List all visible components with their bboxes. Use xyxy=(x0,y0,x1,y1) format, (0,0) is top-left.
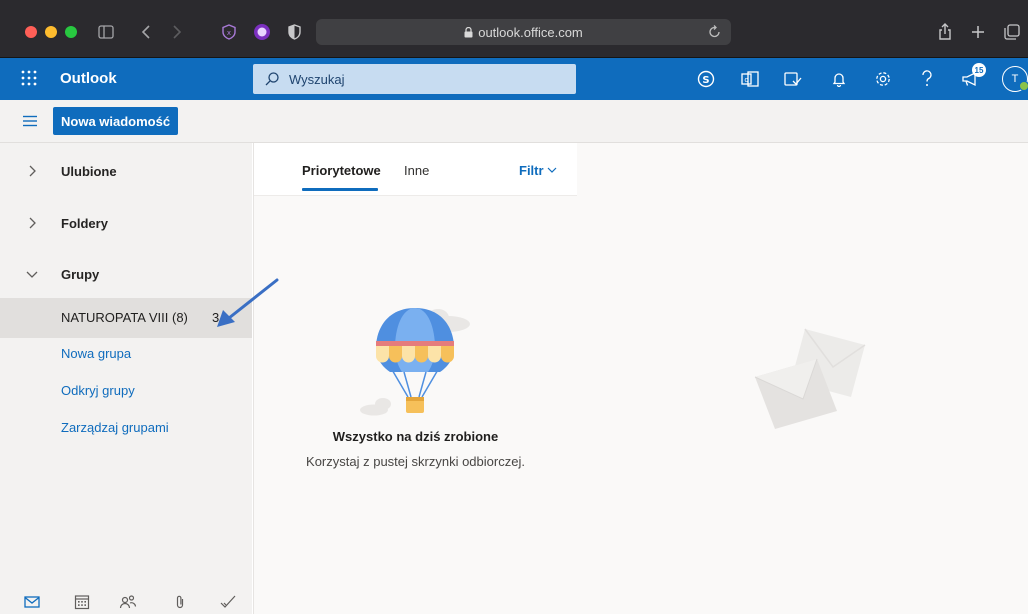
hot-air-balloon-illustration xyxy=(360,308,470,416)
office-icon[interactable]: o xyxy=(739,68,761,90)
skype-icon[interactable]: S xyxy=(695,68,717,90)
empty-state-title: Wszystko na dziś zrobione xyxy=(332,429,499,444)
lock-icon xyxy=(464,26,473,38)
new-tab-icon[interactable] xyxy=(970,20,986,44)
folder-pane: Ulubione Foldery Grupy NATUROPATA VIII (… xyxy=(0,143,252,614)
forward-icon[interactable] xyxy=(170,20,184,44)
sidebar-item-favorites[interactable]: Ulubione xyxy=(0,151,252,191)
manage-groups-link[interactable]: Zarządzaj grupami xyxy=(61,420,169,435)
filter-label: Filtr xyxy=(519,163,544,178)
sidebar-item-label: Foldery xyxy=(61,215,108,231)
filter-button[interactable]: Filtr xyxy=(519,163,557,178)
module-switcher xyxy=(0,590,252,614)
sidebar-item-group-naturopata[interactable]: NATUROPATA VIII (8) 3 xyxy=(0,298,252,338)
browser-toolbar: x outlook.office.com xyxy=(0,0,1028,58)
new-group-link[interactable]: Nowa grupa xyxy=(61,346,131,361)
sidebar-item-label: Ulubione xyxy=(61,163,117,179)
presence-status-icon xyxy=(1019,81,1028,91)
app-launcher-icon[interactable] xyxy=(20,69,40,89)
sidebar-toggle-icon[interactable] xyxy=(97,20,115,44)
address-bar[interactable]: outlook.office.com xyxy=(316,19,731,45)
tabs-overview-icon[interactable] xyxy=(1003,20,1021,44)
calendar-icon[interactable] xyxy=(72,592,92,612)
mail-icon[interactable] xyxy=(22,592,42,612)
help-icon[interactable] xyxy=(916,68,938,90)
reading-pane xyxy=(577,143,1028,614)
notification-count-badge: 15 xyxy=(972,63,986,77)
privacy-icon[interactable]: x xyxy=(220,20,238,44)
share-icon[interactable] xyxy=(937,20,953,44)
sidebar-item-groups[interactable]: Grupy xyxy=(0,254,252,294)
search-box[interactable] xyxy=(253,64,576,94)
sidebar-item-folders[interactable]: Foldery xyxy=(0,203,252,243)
svg-text:S: S xyxy=(702,75,709,86)
empty-state-subtitle: Korzystaj z pustej skrzynki odbiorczej. xyxy=(306,454,525,469)
command-bar: Nowa wiadomość xyxy=(0,100,1028,143)
group-unread-count: 3 xyxy=(212,310,220,325)
todo-icon[interactable] xyxy=(218,592,238,612)
close-window-button[interactable] xyxy=(25,26,37,38)
tab-other[interactable]: Inne xyxy=(404,163,429,178)
extension-icon[interactable] xyxy=(252,20,272,44)
inbox-pivot: Priorytetowe Inne Filtr xyxy=(254,143,577,196)
message-list: Priorytetowe Inne Filtr Wszystko na dziś xyxy=(253,143,578,614)
people-icon[interactable] xyxy=(118,592,138,612)
active-tab-indicator xyxy=(302,188,378,191)
chevron-right-icon[interactable] xyxy=(25,216,39,230)
app-title[interactable]: Outlook xyxy=(60,70,117,87)
chevron-down-icon xyxy=(547,167,556,173)
reload-icon[interactable] xyxy=(709,24,721,41)
chevron-right-icon[interactable] xyxy=(25,164,39,178)
tab-focused[interactable]: Priorytetowe xyxy=(302,163,381,178)
chevron-down-icon[interactable] xyxy=(25,267,39,281)
discover-groups-link[interactable]: Odkryj grupy xyxy=(61,383,135,398)
bell-icon[interactable] xyxy=(828,68,850,90)
shield-icon[interactable] xyxy=(286,20,302,44)
svg-text:x: x xyxy=(227,29,231,37)
minimize-window-button[interactable] xyxy=(45,26,57,38)
sidebar-item-label: Grupy xyxy=(61,266,100,282)
svg-text:o: o xyxy=(744,76,748,84)
zoom-window-button[interactable] xyxy=(65,26,77,38)
group-name: NATUROPATA VIII (8) xyxy=(61,310,188,325)
search-icon xyxy=(265,72,279,86)
outlook-app-bar: Outlook S o 15 T xyxy=(0,58,1028,100)
envelopes-illustration xyxy=(754,328,866,429)
gear-icon[interactable] xyxy=(872,68,894,90)
url-text: outlook.office.com xyxy=(478,24,583,40)
back-icon[interactable] xyxy=(139,20,153,44)
new-message-button[interactable]: Nowa wiadomość xyxy=(53,107,179,135)
attachment-icon[interactable] xyxy=(170,592,190,612)
tasks-icon[interactable] xyxy=(782,68,804,90)
hamburger-menu-icon[interactable] xyxy=(22,113,38,129)
search-input[interactable] xyxy=(287,70,551,88)
